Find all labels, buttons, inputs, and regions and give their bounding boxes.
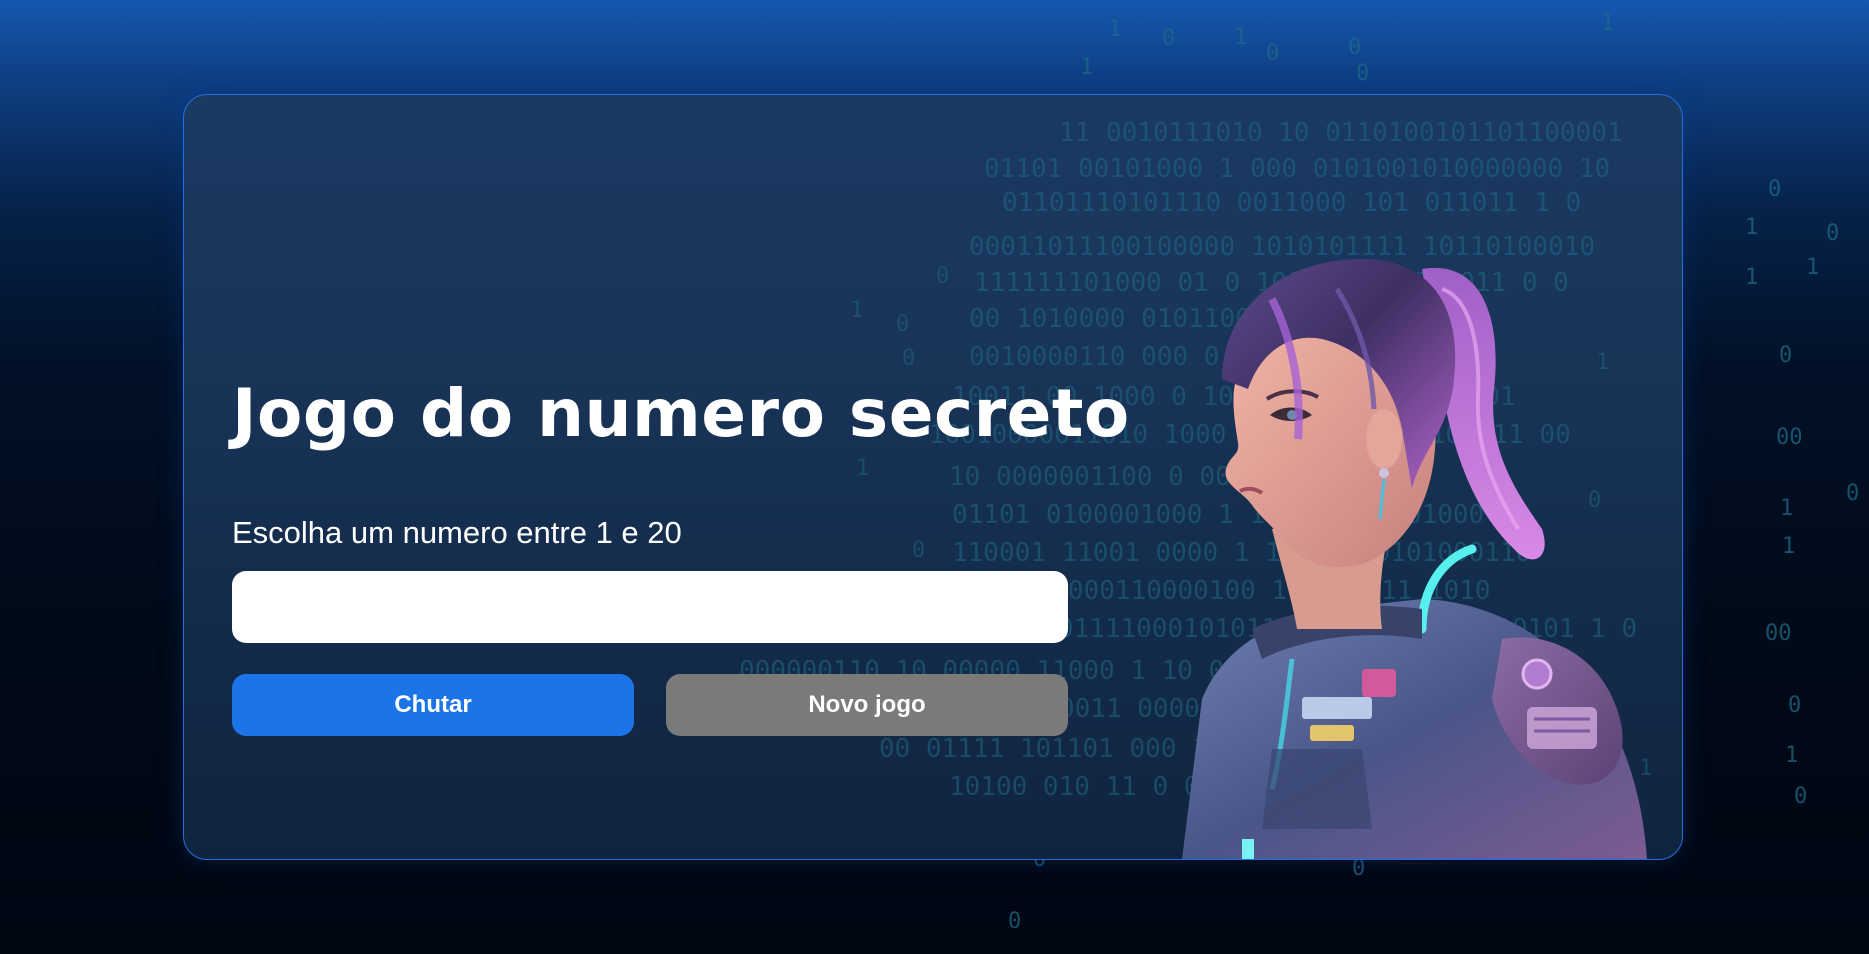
svg-text:0: 0 xyxy=(1008,909,1021,934)
svg-text:1: 1 xyxy=(1234,25,1247,50)
svg-text:00: 00 xyxy=(1765,621,1792,646)
svg-text:1: 1 xyxy=(1745,265,1758,290)
svg-text:0: 0 xyxy=(1846,481,1859,506)
svg-text:01101 00101000 1 000 01010010: 01101 00101000 1 000 0101001010000000 10 xyxy=(984,154,1610,184)
svg-text:1: 1 xyxy=(1782,534,1795,559)
page-title: Jogo do numero secreto xyxy=(232,375,1130,452)
svg-text:01101110101110 0011000 101 01: 01101110101110 0011000 101 011011 1 0 xyxy=(1002,188,1581,218)
guess-button[interactable]: Chutar xyxy=(232,674,634,736)
svg-text:1: 1 xyxy=(1806,255,1819,280)
svg-text:0: 0 xyxy=(1788,693,1801,718)
svg-text:1: 1 xyxy=(1108,17,1121,42)
svg-text:0: 0 xyxy=(1768,177,1781,202)
svg-text:0: 0 xyxy=(896,312,909,337)
svg-text:0: 0 xyxy=(1266,41,1279,66)
guess-prompt: Escolha um numero entre 1 e 20 xyxy=(232,515,682,550)
svg-text:1: 1 xyxy=(1601,11,1614,36)
svg-text:1: 1 xyxy=(1745,215,1758,240)
svg-text:0: 0 xyxy=(1794,784,1807,809)
svg-text:0: 0 xyxy=(1356,61,1369,86)
svg-text:1: 1 xyxy=(1080,55,1093,80)
svg-text:0: 0 xyxy=(1162,26,1175,51)
svg-text:11 0010111010 10 0110100101101: 11 0010111010 10 0110100101101100001 xyxy=(1059,118,1623,148)
svg-text:0: 0 xyxy=(1779,343,1792,368)
astronaut-girl-illustration xyxy=(1182,259,1647,859)
svg-text:1: 1 xyxy=(850,298,863,323)
svg-text:0: 0 xyxy=(1348,35,1361,60)
svg-text:00: 00 xyxy=(1776,425,1803,450)
svg-text:1: 1 xyxy=(1785,743,1798,768)
svg-text:1: 1 xyxy=(1780,496,1793,521)
new-game-button[interactable]: Novo jogo xyxy=(666,674,1068,736)
svg-text:0: 0 xyxy=(912,538,925,563)
svg-text:0: 0 xyxy=(936,264,949,289)
svg-text:0: 0 xyxy=(1826,221,1839,246)
svg-text:1: 1 xyxy=(856,456,869,481)
game-card: 11 0010111010 10 0110100101101100001 011… xyxy=(183,94,1683,860)
svg-text:0: 0 xyxy=(902,346,915,371)
guess-input[interactable] xyxy=(232,571,1068,643)
